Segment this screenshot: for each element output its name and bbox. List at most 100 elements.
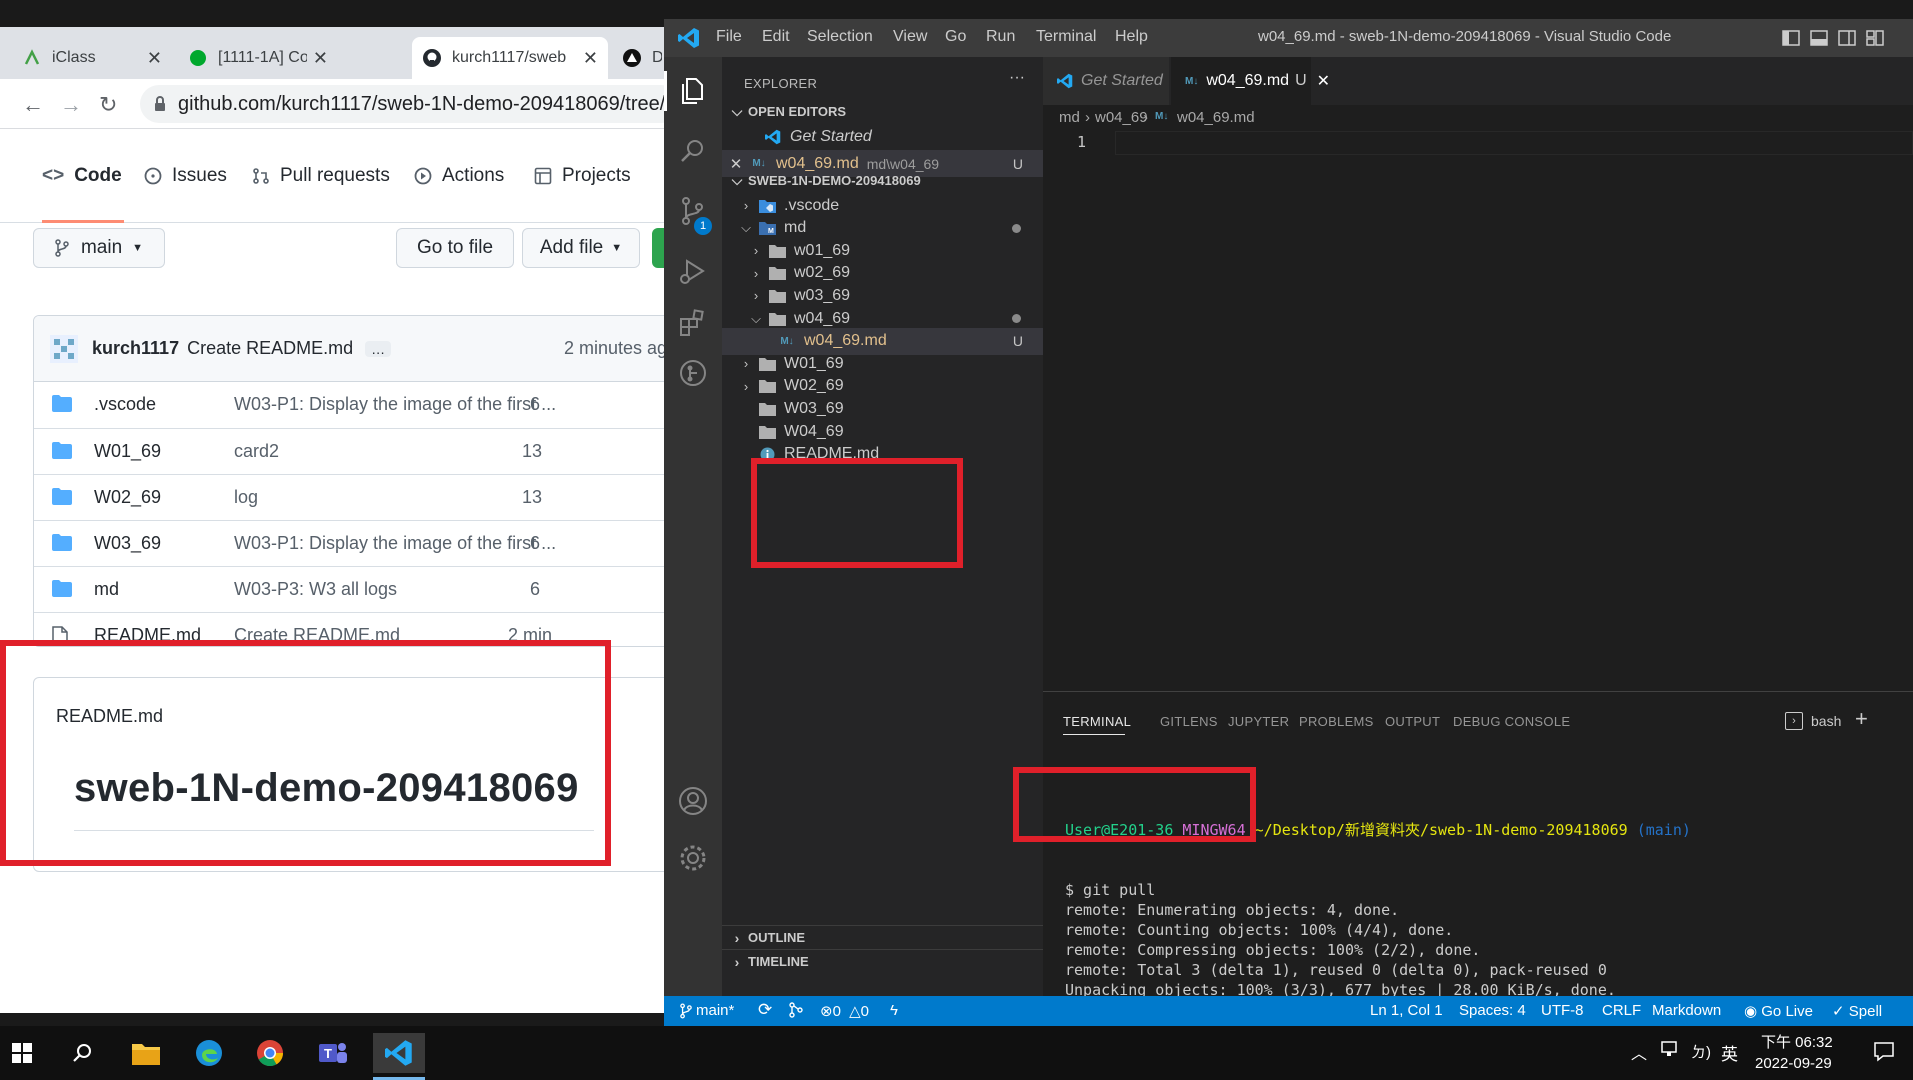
status-branch[interactable]: main* <box>680 1002 734 1019</box>
menu-go[interactable]: Go <box>945 28 966 46</box>
close-tab-icon[interactable]: ✕ <box>313 48 328 69</box>
branch-select-button[interactable]: main ▼ <box>33 228 165 268</box>
clock-date[interactable]: 2022-09-29 <box>1755 1055 1832 1072</box>
panel-tab-jupyter[interactable]: JUPYTER <box>1228 714 1289 729</box>
volume-icon[interactable]: ㄉ) <box>1691 1041 1711 1062</box>
tab-actions[interactable]: Actions <box>414 161 504 191</box>
language-mode[interactable]: Markdown <box>1652 1002 1721 1019</box>
open-editor-get-started[interactable]: Get Started <box>722 123 1043 150</box>
tree-item[interactable]: README.md <box>722 441 1043 468</box>
panel-tab-output[interactable]: OUTPUT <box>1385 714 1440 729</box>
edge-icon[interactable] <box>189 1033 229 1073</box>
workspace-section[interactable]: ⌵ SWEB-1N-DEMO-209418069 <box>722 168 1043 192</box>
search-icon[interactable] <box>677 135 709 167</box>
browser-tab-other[interactable]: D <box>612 37 664 79</box>
git-graph-icon[interactable] <box>788 1002 804 1018</box>
browser-tab-github[interactable]: kurch1117/sweb ✕ <box>412 37 608 79</box>
code-download-button[interactable] <box>652 228 664 268</box>
menu-view[interactable]: View <box>893 28 927 46</box>
tab-code[interactable]: <> Code <box>42 161 122 191</box>
go-to-file-button[interactable]: Go to file <box>396 228 514 268</box>
file-name[interactable]: .vscode <box>94 394 156 415</box>
menu-help[interactable]: Help <box>1115 28 1148 46</box>
breadcrumb-item[interactable]: w04_69.md <box>1177 109 1255 126</box>
problems-status[interactable]: ⊗0 △0 <box>820 1002 869 1020</box>
close-tab-icon[interactable]: ✕ <box>147 48 162 69</box>
commit-message[interactable]: W03-P1: Display the image of the first .… <box>234 394 556 415</box>
indentation[interactable]: Spaces: 4 <box>1459 1002 1526 1019</box>
cursor-position[interactable]: Ln 1, Col 1 <box>1370 1002 1443 1019</box>
panel-tab-problems[interactable]: PROBLEMS <box>1299 714 1374 729</box>
tab-projects[interactable]: Projects <box>534 161 631 191</box>
search-icon[interactable] <box>62 1033 102 1073</box>
gitlens-icon[interactable] <box>677 357 709 389</box>
more-actions-icon[interactable]: ··· <box>1009 69 1025 87</box>
editor-tab-get-started[interactable]: Get Started <box>1043 57 1169 105</box>
timeline-section[interactable]: › TIMELINE <box>722 949 1043 973</box>
browser-tab-evernote[interactable]: [1111-1A] Conn ✕ <box>178 37 338 79</box>
terminal-shell-name[interactable]: bash <box>1811 713 1841 729</box>
extensions-icon[interactable] <box>677 307 709 339</box>
windows-start-icon[interactable] <box>2 1033 42 1073</box>
avatar[interactable] <box>50 334 78 363</box>
commit-message[interactable]: log <box>234 487 258 508</box>
commit-message[interactable]: Create README.md <box>187 338 353 359</box>
sync-icon[interactable]: ⟳ <box>758 1000 772 1020</box>
vscode-taskbar-icon[interactable] <box>373 1033 425 1073</box>
outline-section[interactable]: › OUTLINE <box>722 925 1043 949</box>
encoding[interactable]: UTF-8 <box>1541 1002 1584 1019</box>
file-explorer-icon[interactable] <box>126 1033 166 1073</box>
run-debug-icon[interactable] <box>677 255 709 287</box>
file-name[interactable]: W01_69 <box>94 441 161 462</box>
tab-issues[interactable]: Issues <box>144 161 227 191</box>
ime-indicator[interactable]: 英 <box>1721 1040 1738 1065</box>
file-row[interactable]: W02_69 log 13 <box>34 474 664 520</box>
file-name[interactable]: W02_69 <box>94 487 161 508</box>
network-icon[interactable] <box>1661 1040 1681 1058</box>
teams-icon[interactable]: T <box>313 1033 353 1073</box>
settings-gear-icon[interactable] <box>677 842 709 874</box>
back-arrow-icon[interactable]: ← <box>22 92 44 118</box>
breadcrumb-item[interactable]: w04_69 <box>1095 109 1148 126</box>
commit-message[interactable]: Create README.md <box>234 625 400 646</box>
commit-expand-button[interactable]: … <box>365 340 392 357</box>
tab-pull-requests[interactable]: Pull requests <box>252 161 390 191</box>
readme-filename[interactable]: README.md <box>56 706 163 727</box>
reload-icon[interactable]: ↻ <box>99 92 117 118</box>
breadcrumb-item[interactable]: md <box>1059 109 1080 126</box>
forward-arrow-icon[interactable]: → <box>60 92 82 118</box>
file-name[interactable]: README.md <box>94 625 201 646</box>
browser-tab-iclass[interactable]: iClass ✕ <box>12 37 172 79</box>
go-live-button[interactable]: ◉ Go Live <box>1744 1002 1813 1020</box>
close-tab-icon[interactable]: ✕ <box>583 48 598 69</box>
customize-layout-icon[interactable] <box>1866 29 1884 47</box>
close-icon[interactable]: ✕ <box>1317 71 1330 91</box>
menu-terminal[interactable]: Terminal <box>1036 28 1096 46</box>
new-terminal-icon[interactable]: + <box>1855 706 1868 732</box>
clock-time[interactable]: 下午 06:32 <box>1761 1031 1833 1052</box>
tray-chevron-up-icon[interactable]: ︿ <box>1631 1040 1647 1064</box>
editor-tab-w04-md[interactable]: M↓ w04_69.md U ✕ <box>1171 57 1330 105</box>
lightning-icon[interactable]: ϟ <box>890 1002 898 1019</box>
spell-check[interactable]: ✓ Spell <box>1832 1002 1882 1020</box>
file-row[interactable]: .vscode W03-P1: Display the image of the … <box>34 382 664 428</box>
notification-icon[interactable] <box>1873 1040 1895 1062</box>
commit-message[interactable]: W03-P1: Display the image of the first .… <box>234 533 556 554</box>
toggle-sidebar-icon[interactable] <box>1782 29 1800 47</box>
file-name[interactable]: md <box>94 579 119 600</box>
url-field[interactable]: github.com/kurch1117/sweb-1N-demo-209418… <box>140 85 664 123</box>
terminal-output[interactable]: User@E201-36 MINGW64 ~/Desktop/新增資料夾/swe… <box>1065 780 1691 1026</box>
menu-file[interactable]: File <box>716 28 742 46</box>
line-ending[interactable]: CRLF <box>1602 1002 1641 1019</box>
file-name[interactable]: W03_69 <box>94 533 161 554</box>
menu-run[interactable]: Run <box>986 28 1015 46</box>
editor-area[interactable]: 1 <box>1043 131 1913 691</box>
panel-tab-gitlens[interactable]: GITLENS <box>1160 714 1218 729</box>
file-row[interactable]: W01_69 card2 13 <box>34 428 664 474</box>
toggle-panel-icon[interactable] <box>1810 29 1828 47</box>
commit-message[interactable]: W03-P3: W3 all logs <box>234 579 397 600</box>
explorer-icon[interactable] <box>677 75 709 107</box>
add-file-button[interactable]: Add file ▼ <box>522 228 640 268</box>
commit-author[interactable]: kurch1117 <box>92 338 179 359</box>
file-row[interactable]: W03_69 W03-P1: Display the image of the f… <box>34 520 664 566</box>
